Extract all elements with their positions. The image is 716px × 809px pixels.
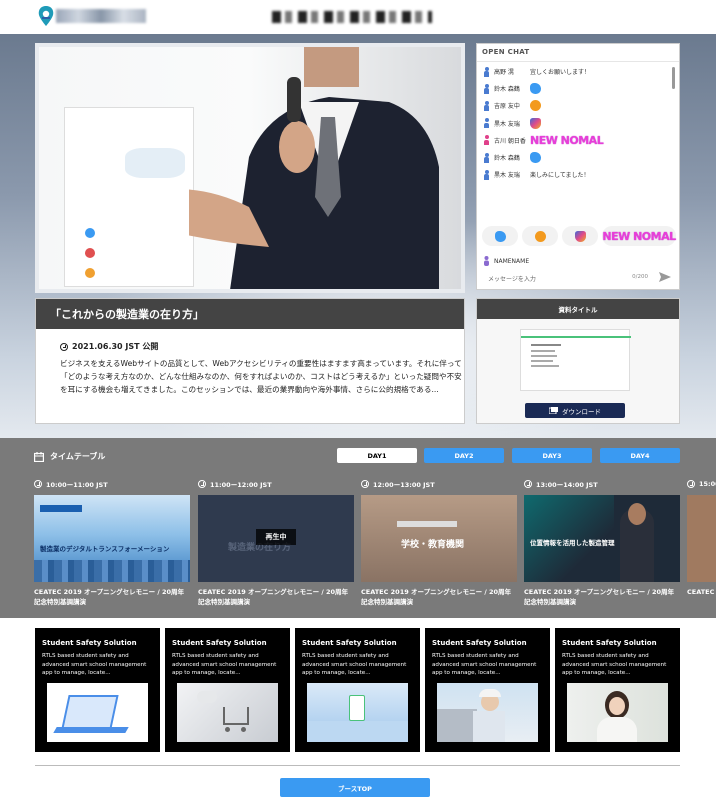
video-frame-image[interactable]: [39, 47, 461, 289]
download-button[interactable]: ダウンロード: [525, 403, 625, 418]
card-image: [177, 683, 278, 742]
site-name-blurred: [56, 9, 146, 23]
tab-day2[interactable]: DAY2: [424, 448, 504, 463]
chat-message-list[interactable]: 高野 滉宜しくお願いします！ 鈴木 森鶴 吉原 友中 黒木 友瑞 古川 朝日香 NEW N…: [477, 63, 673, 227]
face-icon: [530, 100, 541, 112]
user-icon: [484, 100, 489, 111]
timetable-heading: タイムテーブル: [34, 451, 105, 462]
stamp-face-button[interactable]: [522, 226, 558, 246]
now-playing-badge: 再生中: [256, 529, 296, 545]
user-icon: [484, 169, 489, 180]
stamp-shield-button[interactable]: [562, 226, 598, 246]
waving-hand-icon: [530, 152, 541, 164]
timetable-slot-playing[interactable]: 11:00ー12:00 JST 製造業の在り方 再生中 CEATEC 2019 …: [198, 478, 354, 607]
chat-scrollbar[interactable]: [672, 67, 675, 89]
booth-top-button[interactable]: ブースTOP: [280, 778, 430, 797]
tab-day4[interactable]: DAY4: [600, 448, 680, 463]
chat-message: 鈴木 森鶴: [477, 149, 673, 166]
stamp-hand-button[interactable]: [482, 226, 518, 246]
clock-icon: [34, 480, 42, 488]
char-count: 0/200: [632, 274, 648, 280]
user-icon: [484, 135, 489, 146]
presentation-board: [64, 107, 194, 287]
tab-day3[interactable]: DAY3: [512, 448, 592, 463]
stamp-newnomal-button[interactable]: NEW NOMAL: [602, 226, 676, 246]
chat-text: NEW NOMAL: [530, 133, 604, 147]
session-info-card: 「これからの製造業の在り方」 2021.06.30 JST 公開 ビジネスを支え…: [35, 298, 465, 424]
exhibitor-card[interactable]: Student Safety Solution RTLS based stude…: [425, 628, 550, 752]
tab-day1[interactable]: DAY1: [337, 448, 417, 463]
download-icon: [549, 407, 558, 414]
chat-author: 黒木 友瑞: [494, 120, 520, 128]
site-header: [0, 0, 716, 34]
divider: [35, 765, 680, 766]
user-icon: [484, 256, 489, 266]
clock-icon: [361, 480, 369, 488]
timetable-slot[interactable]: 12:00ー13:00 JST 学校・教育機関 CEATEC 2019 オープニ…: [361, 478, 517, 607]
card-image: [437, 683, 538, 742]
speaker-image: [189, 47, 439, 289]
send-icon[interactable]: [659, 272, 671, 282]
chat-author: 高野 滉: [494, 69, 514, 77]
timetable-slot[interactable]: 10:00ー11:00 JST 製造業のデジタルトランスフォーメーション CEA…: [34, 478, 190, 607]
timetable-section: タイムテーブル DAY1 DAY2 DAY3 DAY4 10:00ー11:00 …: [0, 438, 716, 618]
slot-thumbnail[interactable]: 学校・教育機関: [361, 495, 517, 582]
session-title: 「これからの製造業の在り方」: [36, 299, 464, 329]
waving-hand-icon: [494, 230, 506, 242]
document-thumbnail[interactable]: [520, 329, 631, 391]
user-icon: [484, 66, 489, 77]
stamp-bar: NEW NOMAL: [482, 226, 676, 246]
user-icon: [484, 83, 489, 94]
exhibitor-card[interactable]: Student Safety Solution RTLS based stude…: [555, 628, 680, 752]
chat-text: 楽しみにしてました！: [530, 172, 590, 180]
shield-icon: [574, 230, 586, 242]
user-icon: [484, 118, 489, 129]
timetable-slot-partial[interactable]: 15:00 CEATEC 20: [687, 478, 716, 597]
chat-heading: OPEN CHAT: [477, 44, 679, 62]
card-image: [307, 683, 408, 742]
event-title-blurred: [272, 11, 432, 23]
chat-author: 鈴木 森鶴: [494, 86, 520, 94]
chat-message: 吉原 友中: [477, 97, 673, 114]
chat-message: 黒木 友瑞 楽しみにしてました！: [477, 166, 673, 183]
chat-message: 古川 朝日香 NEW NOMAL: [477, 132, 673, 149]
chat-message: 鈴木 森鶴: [477, 80, 673, 97]
waving-hand-icon: [530, 83, 541, 95]
user-icon: [484, 152, 489, 163]
clock-icon: [687, 480, 695, 488]
logo-icon[interactable]: [36, 5, 56, 27]
clock-icon: [524, 480, 532, 488]
exhibitor-card[interactable]: Student Safety Solution RTLS based stude…: [295, 628, 420, 752]
exhibitor-card[interactable]: Student Safety Solution RTLS based stude…: [165, 628, 290, 752]
exhibitor-cards: Student Safety Solution RTLS based stude…: [35, 628, 681, 752]
exhibitor-card[interactable]: Student Safety Solution RTLS based stude…: [35, 628, 160, 752]
slot-thumbnail[interactable]: 位置情報を活用した製造管理: [524, 495, 680, 582]
clock-icon: [60, 342, 68, 351]
video-player[interactable]: [35, 43, 465, 293]
chat-user-name: NAMENAME: [484, 256, 529, 266]
document-panel: 資料タイトル ダウンロード: [476, 298, 680, 424]
chat-author: 吉原 友中: [494, 103, 520, 111]
clock-icon: [198, 480, 206, 488]
chat-text: 宜しくお願いします！: [530, 69, 591, 77]
shield-icon: [530, 117, 541, 129]
chat-author: 鈴木 森鶴: [494, 155, 520, 163]
open-chat-panel: OPEN CHAT 高野 滉宜しくお願いします！ 鈴木 森鶴 吉原 友中 黒木 友瑞古…: [476, 43, 680, 290]
chat-author: 黒木 友瑞: [494, 172, 520, 180]
slot-thumbnail[interactable]: [687, 495, 716, 582]
slot-thumbnail[interactable]: 製造業の在り方 再生中: [198, 495, 354, 582]
chat-message-input[interactable]: メッセージを入力 0/200: [482, 270, 676, 286]
slot-thumbnail[interactable]: 製造業のデジタルトランスフォーメーション: [34, 495, 190, 582]
chat-message: 高野 滉 宜しくお願いします！: [477, 63, 673, 80]
session-description: ビジネスを支えるWebサイトの品質として、Webアクセシビリティの重要性はますま…: [60, 359, 462, 394]
card-image: [567, 683, 668, 742]
card-image: [47, 683, 148, 742]
chat-message: 黒木 友瑞: [477, 115, 673, 132]
session-date: 2021.06.30 JST 公開: [60, 341, 158, 352]
calendar-icon: [34, 451, 44, 462]
timetable-slot[interactable]: 13:00ー14:00 JST 位置情報を活用した製造管理 CEATEC 201…: [524, 478, 680, 607]
document-title: 資料タイトル: [477, 299, 679, 319]
chat-author: 古川 朝日香: [494, 137, 526, 145]
face-icon: [534, 230, 546, 242]
